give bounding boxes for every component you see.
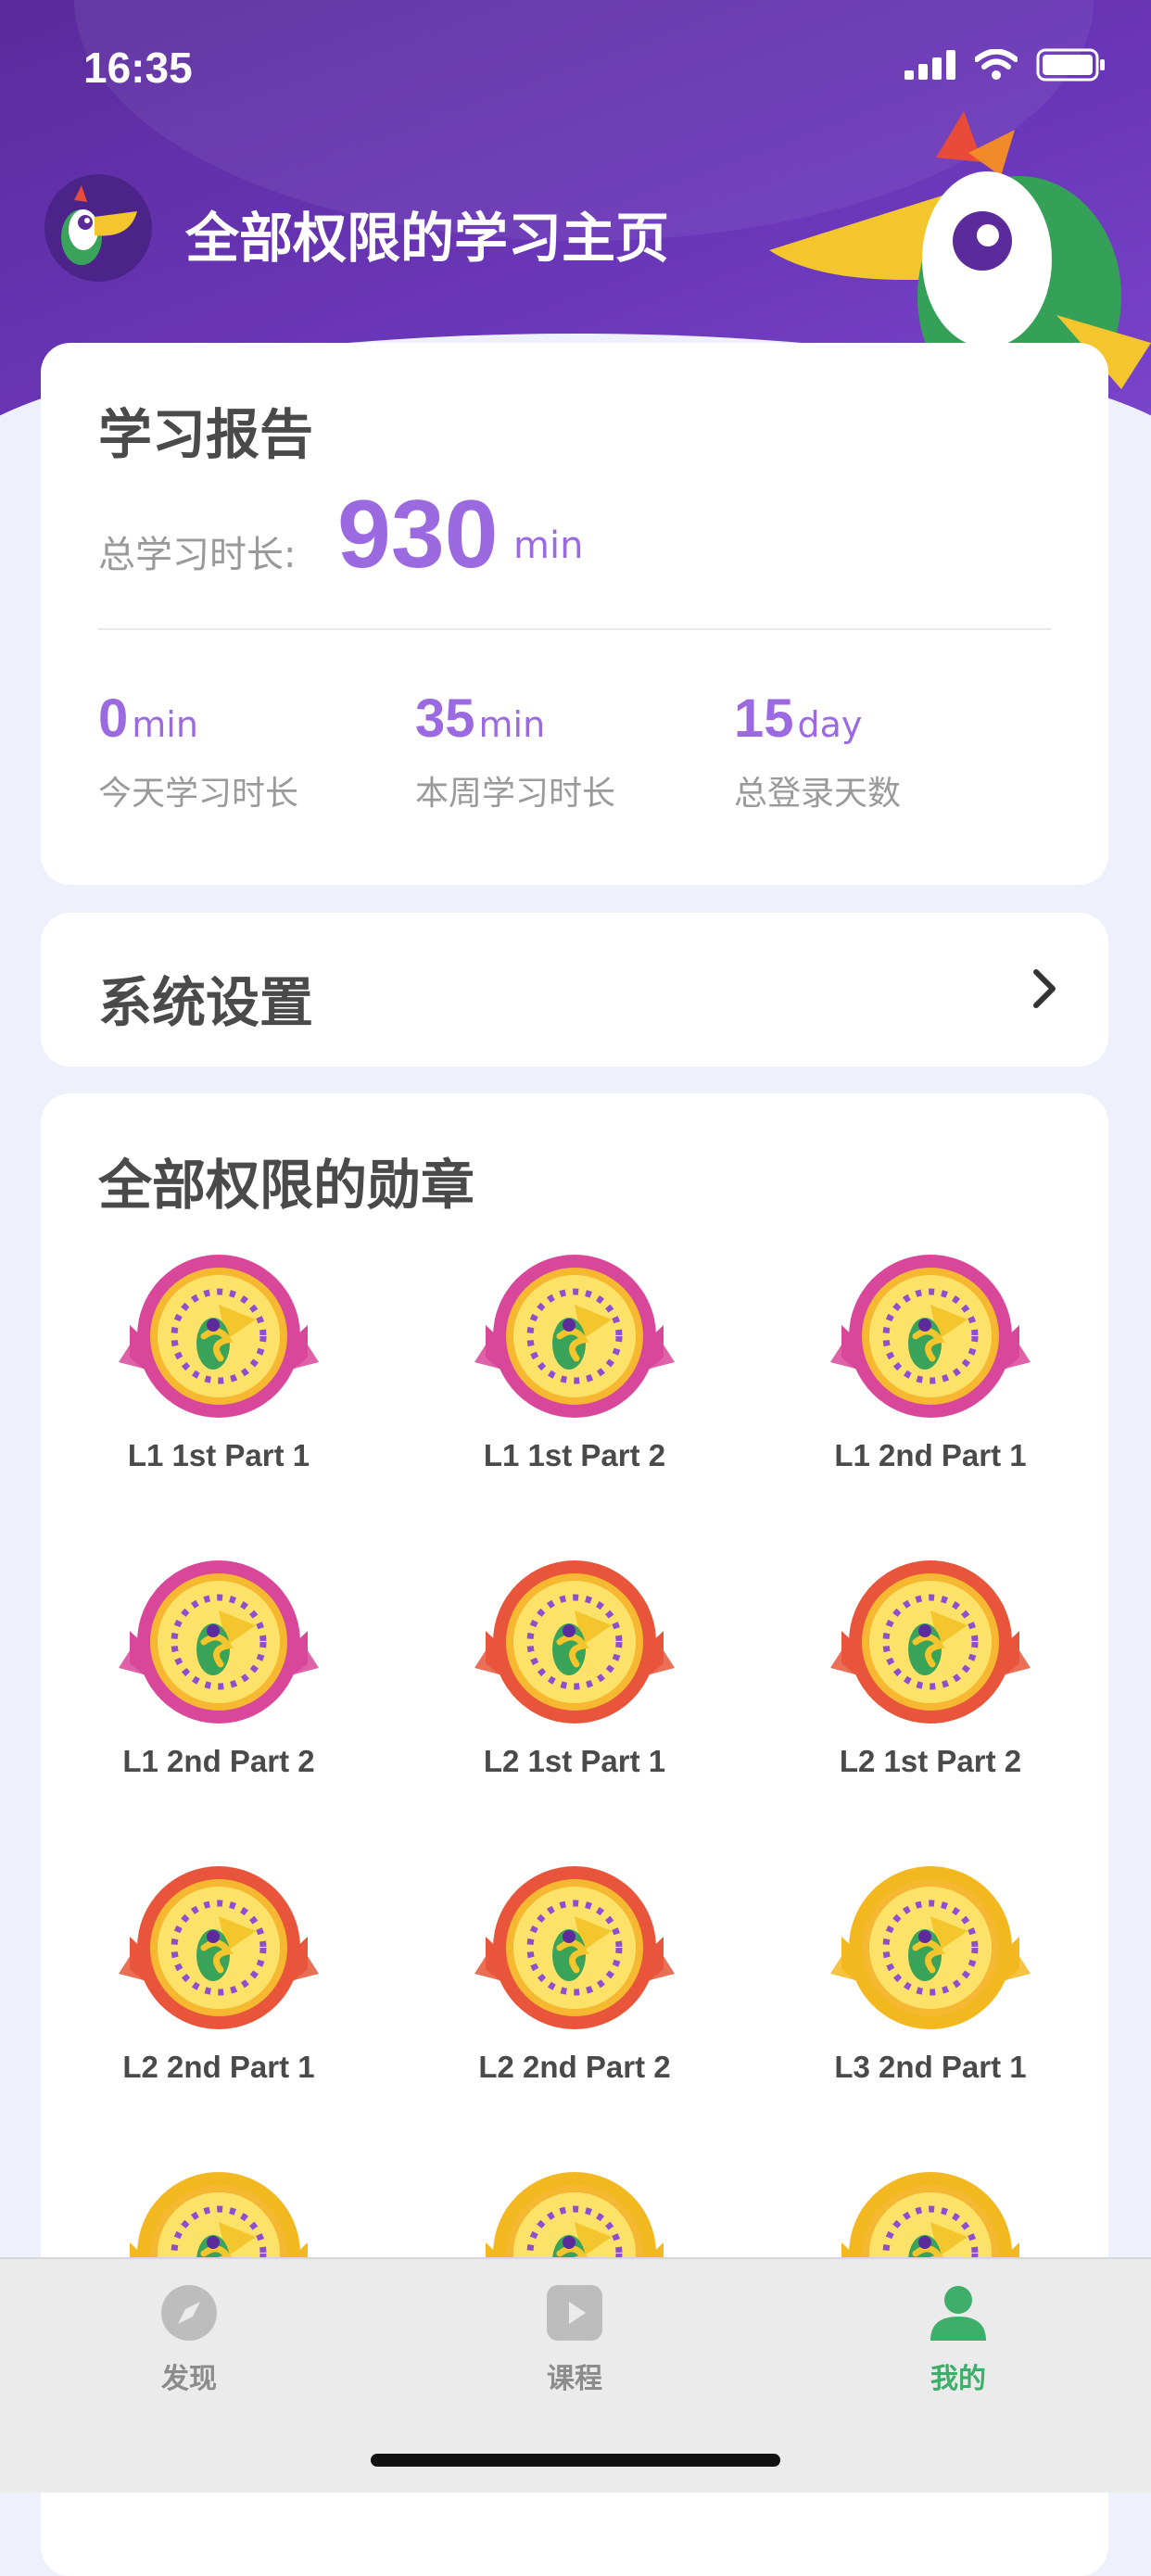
badge-label: L2 1st Part 2 [839,1744,1022,1778]
tab-label: 课程 [547,2363,602,2395]
badge-item[interactable]: L1 1st Part 1 [41,1251,397,1473]
badge-item[interactable]: L2 1st Part 2 [753,1557,1108,1779]
medal-icon [119,1255,319,1418]
badge-label: L1 2nd Part 2 [122,1744,315,1778]
stat-unit: min [478,704,546,745]
badges-title: 全部权限的勋章 [98,1154,475,1217]
stat-label: 总登录天数 [734,775,902,813]
badge-item[interactable]: L1 2nd Part 2 [41,1557,397,1779]
report-title: 学习报告 [98,403,314,466]
medal-icon [830,1560,1031,1724]
badge-item[interactable]: L1 1st Part 2 [397,1251,753,1473]
stat-value: 15 [734,688,794,749]
stat-unit: min [132,704,198,745]
tab-courses[interactable]: 课程 [500,2283,649,2396]
medal-icon [119,1560,319,1724]
medal-icon [119,1866,319,2029]
medal-icon [474,1255,675,1418]
page-title: 全部权限的学习主页 [185,207,670,270]
stat-unit: day [797,704,863,745]
battery-icon [1036,48,1105,82]
tab-label: 发现 [161,2363,217,2395]
tab-mine[interactable]: 我的 [884,2283,1032,2396]
total-duration-label: 总学习时长: [98,534,297,576]
badge-item[interactable]: L1 2nd Part 1 [753,1251,1108,1473]
tab-discover[interactable]: 发现 [115,2283,263,2396]
stat-label: 本周学习时长 [415,775,616,813]
divider [98,628,1051,630]
tab-label: 我的 [930,2363,986,2395]
play-icon [547,2285,602,2341]
stat-week: 35 min 本周学习时长 [415,688,615,814]
medal-icon [474,1560,675,1724]
stat-login-days: 15 day 总登录天数 [734,688,901,814]
status-time: 16:35 [83,44,193,92]
app-logo [44,174,152,282]
person-icon [930,2286,986,2341]
badge-label: L1 2nd Part 1 [834,1438,1027,1472]
badge-label: L1 1st Part 2 [483,1438,666,1472]
total-duration-unit: min [513,524,584,567]
stat-value: 35 [415,688,475,749]
stat-label: 今天学习时长 [98,775,299,813]
wifi-icon [975,49,1018,80]
compass-icon [161,2285,217,2341]
medal-icon [830,1255,1031,1418]
stat-today: 0 min 今天学习时长 [98,688,298,814]
badge-label: L2 2nd Part 1 [122,2050,315,2084]
badge-item[interactable]: L3 2nd Part 1 [753,1863,1108,2085]
badge-item[interactable]: L2 2nd Part 1 [41,1863,397,2085]
chevron-right-icon [1033,969,1056,1008]
badge-item[interactable]: L2 2nd Part 2 [397,1863,753,2085]
total-duration-value: 930 [337,481,499,588]
system-settings-row[interactable]: 系统设置 [41,913,1108,1067]
medal-icon [830,1866,1031,2029]
signal-icon [904,50,955,80]
home-indicator [371,2454,780,2467]
badge-label: L1 1st Part 1 [127,1438,310,1472]
status-icons [904,48,1107,82]
badge-label: L3 2nd Part 1 [834,2050,1027,2084]
badge-label: L2 1st Part 1 [483,1744,666,1778]
settings-label: 系统设置 [98,971,314,1034]
badge-item[interactable]: L2 1st Part 1 [397,1557,753,1779]
medal-icon [474,1866,675,2029]
stat-value: 0 [98,688,129,749]
study-report-card: 学习报告 总学习时长: 930 min 0 min 今天学习时长 35 min 本周… [41,343,1108,885]
badge-label: L2 2nd Part 2 [478,2050,671,2084]
